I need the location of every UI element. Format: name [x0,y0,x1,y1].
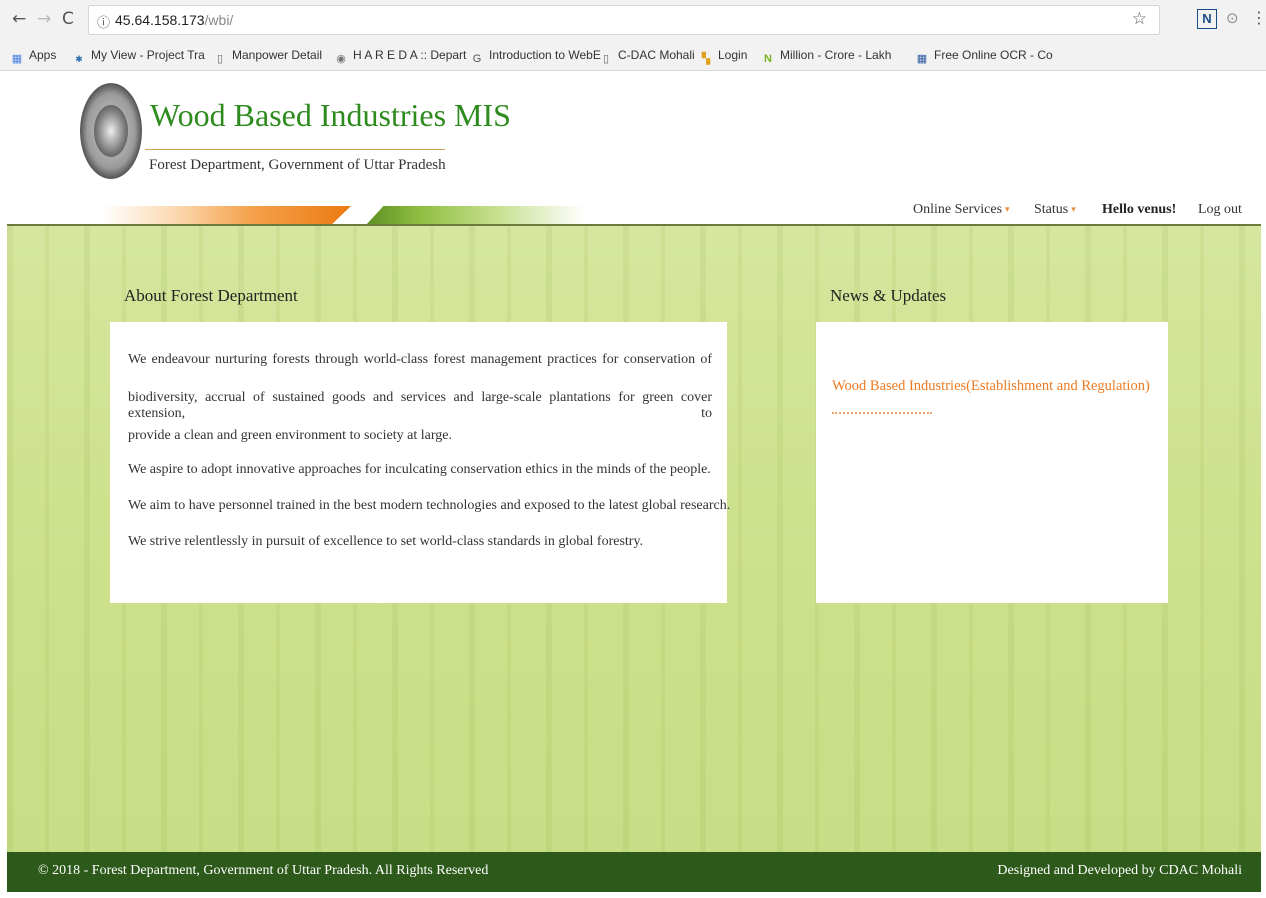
about-paragraph-line: We endeavour nurturing forests through w… [128,352,712,367]
title-divider [145,149,445,150]
forward-arrow-icon[interactable]: → [37,9,51,29]
about-heading: About Forest Department [124,286,298,305]
aim-statement: We aim to have personnel trained in the … [128,498,731,513]
camera-extension-icon[interactable]: ⊙ [1226,9,1239,27]
apps-grid-icon: ▦ [11,53,23,65]
bookmark-hareda[interactable]: ◉ H A R E D A :: Depart [334,48,466,66]
header-stripe-orange [103,206,351,225]
bookmarks-bar: ▦ Apps ✱ My View - Project Tra ▯ Manpower D… [0,42,1266,71]
caret-down-icon: ▾ [1005,204,1010,214]
user-greeting: Hello venus! [1102,202,1177,217]
bookmark-cdac-mohali[interactable]: ▯ C-DAC Mohali [599,48,695,66]
bookmark-star-icon[interactable]: ☆ [1132,9,1147,29]
bookmark-my-view[interactable]: ✱ My View - Project Tra [72,48,205,66]
nav-online-services[interactable]: Online Services ▾ [913,202,1010,218]
reload-icon[interactable]: C [62,9,74,29]
forest-department-logo [80,83,142,179]
bookmark-introduction[interactable]: G Introduction to WebE [470,48,601,66]
news-panel [816,322,1168,603]
bookmark-login[interactable]: ▚ Login [699,48,748,66]
browser-toolbar: ← → C ⓘ 45.64.158.173/wbi/ ☆ N ⊙ ⋮ [0,0,1266,42]
strive-statement: We strive relentlessly in pursuit of exc… [128,534,644,549]
aspire-statement: We aspire to adopt innovative approaches… [128,462,711,477]
news-item-link[interactable]: Wood Based Industries(Establishment and … [832,378,1150,395]
bookmark-free-ocr[interactable]: ▦ Free Online OCR - Co [915,48,1053,66]
nav-status[interactable]: Status ▾ [1034,202,1076,218]
page-icon: ▯ [216,53,224,65]
site-title: Wood Based Industries MIS [150,97,511,133]
login-icon: ▚ [701,53,711,65]
news-heading: News & Updates [830,286,947,305]
ocr-icon: ▦ [916,53,928,65]
info-icon[interactable]: ⓘ [97,12,110,31]
news-scroll-fade [832,412,932,418]
bookmark-apps[interactable]: ▦ Apps [10,48,57,66]
browser-menu-icon[interactable]: ⋮ [1251,8,1266,27]
about-paragraph-line: biodiversity, accrual of sustained goods… [128,390,712,421]
header-stripe-green [366,206,584,225]
hareda-icon: ◉ [336,53,346,65]
address-bar[interactable]: ⓘ 45.64.158.173/wbi/ ☆ [88,5,1160,35]
extension-n-icon[interactable]: N [1197,9,1217,29]
about-paragraph-line: provide a clean and green environment to… [128,428,452,443]
page-icon: ▯ [602,53,610,65]
footer-copyright: © 2018 - Forest Department, Government o… [38,863,489,878]
logout-link[interactable]: Log out [1198,202,1242,218]
back-arrow-icon[interactable]: ← [12,9,26,29]
url-text: 45.64.158.173/wbi/ [115,12,234,28]
bookmark-manpower[interactable]: ▯ Manpower Detail [213,48,322,66]
caret-down-icon: ▾ [1071,204,1076,214]
cdac-icon: ✱ [75,54,83,64]
bookmark-million-crore[interactable]: N Million - Crore - Lakh [761,48,891,66]
nc-icon: N [764,53,772,65]
footer-credit: Designed and Developed by CDAC Mohali [997,863,1242,878]
web-icon: G [472,53,482,65]
site-subtitle: Forest Department, Government of Uttar P… [149,157,446,173]
